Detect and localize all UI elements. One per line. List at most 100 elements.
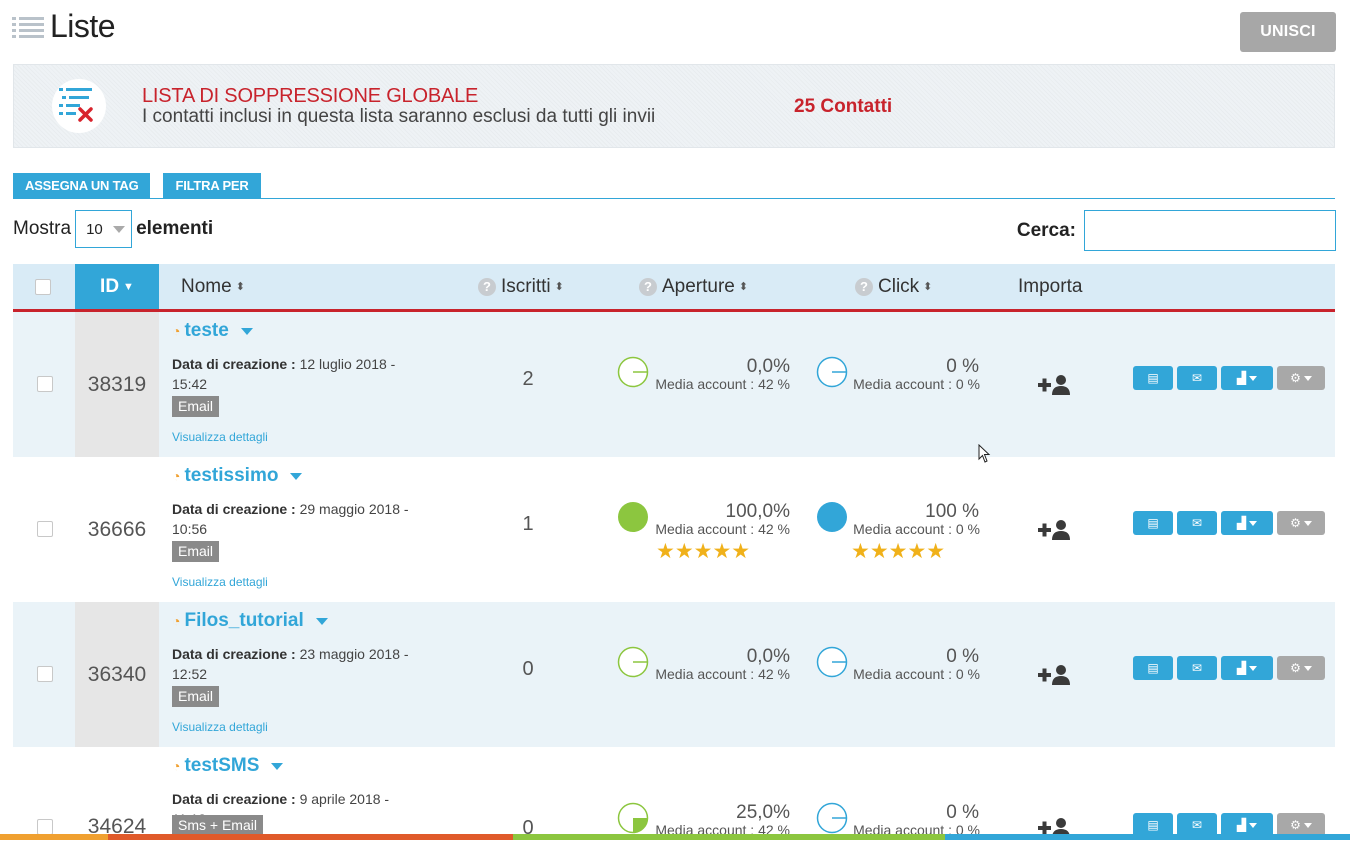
opens-rate: 25,0% xyxy=(736,802,790,823)
created-label: Data di creazione : xyxy=(172,646,296,662)
clicks-rate: 100 % xyxy=(925,501,979,522)
list-name-line: ◔ Filos_tutorial xyxy=(172,610,328,632)
column-id[interactable]: ID ▼ xyxy=(75,264,159,309)
chevron-down-icon[interactable] xyxy=(271,762,284,770)
search-control: Cerca: xyxy=(1017,210,1336,251)
chevron-down-icon xyxy=(1249,665,1258,671)
page-length-control: Mostra 10 elementi xyxy=(13,210,213,248)
opens-rate: 0,0% xyxy=(746,646,790,667)
chevron-down-icon[interactable] xyxy=(315,617,328,625)
column-clicks[interactable]: ? Click ⬍ xyxy=(855,264,932,309)
settings-dropdown-button[interactable]: ⚙ xyxy=(1277,366,1325,390)
view-details-link[interactable]: Visualizza dettagli xyxy=(172,430,268,444)
list-name-link[interactable]: testSMS xyxy=(184,755,259,777)
help-icon[interactable]: ? xyxy=(855,277,873,296)
column-subscribers-label: Iscritti xyxy=(501,275,551,297)
row-checkbox[interactable] xyxy=(37,666,53,682)
gear-icon: ⚙ xyxy=(1290,371,1301,385)
search-input[interactable] xyxy=(1084,210,1336,251)
chevron-down-icon xyxy=(113,225,126,233)
document-icon: ▤ xyxy=(1147,661,1159,675)
global-suppression-list[interactable]: LISTA DI SOPPRESSIONE GLOBALE I contatti… xyxy=(13,64,1335,148)
list-toolbar: ASSEGNA UN TAG FILTRA PER xyxy=(13,173,1335,199)
opens-rate: 0,0% xyxy=(746,356,790,377)
merge-button[interactable]: UNISCI xyxy=(1240,12,1336,52)
settings-dropdown-button[interactable]: ⚙ xyxy=(1277,656,1325,680)
document-icon: ▤ xyxy=(1147,818,1159,832)
list-name-link[interactable]: Filos_tutorial xyxy=(184,610,303,632)
add-user-icon[interactable] xyxy=(1038,374,1072,396)
rss-icon: ◔ xyxy=(172,613,181,629)
view-details-link[interactable]: Visualizza dettagli xyxy=(172,575,268,589)
chevron-down-icon xyxy=(1249,375,1258,381)
list-name-link[interactable]: testissimo xyxy=(184,465,278,487)
column-opens[interactable]: ? Aperture ⬍ xyxy=(639,264,748,309)
email-button[interactable]: ✉ xyxy=(1177,366,1217,390)
rss-icon: ◔ xyxy=(172,758,181,774)
sort-icon: ⬍ xyxy=(923,281,933,293)
row-checkbox[interactable] xyxy=(37,376,53,392)
document-button[interactable]: ▤ xyxy=(1133,511,1173,535)
filter-button[interactable]: FILTRA PER xyxy=(163,173,261,198)
clicks-account-average: Media account : 0 % xyxy=(853,376,980,392)
add-user-icon[interactable] xyxy=(1038,664,1072,686)
stats-dropdown-button[interactable]: ▟ xyxy=(1221,511,1273,535)
search-label: Cerca: xyxy=(1016,219,1076,241)
help-icon[interactable]: ? xyxy=(478,277,496,296)
help-icon[interactable]: ? xyxy=(639,277,657,296)
list-name-line: ◔ testSMS xyxy=(172,755,284,777)
settings-dropdown-button[interactable]: ⚙ xyxy=(1277,511,1325,535)
email-button[interactable]: ✉ xyxy=(1177,656,1217,680)
suppression-description: I contatti inclusi in questa lista saran… xyxy=(142,106,656,127)
clicks-account-average: Media account : 0 % xyxy=(853,666,980,682)
created-date: Data di creazione : 12 luglio 2018 - 15:… xyxy=(172,354,417,394)
created-label: Data di creazione : xyxy=(172,791,296,807)
length-suffix: elementi xyxy=(136,218,214,239)
document-icon: ▤ xyxy=(1147,371,1159,385)
document-button[interactable]: ▤ xyxy=(1133,366,1173,390)
chevron-down-icon xyxy=(1303,520,1312,526)
gear-icon: ⚙ xyxy=(1290,661,1301,675)
clicks-rate: 0 % xyxy=(946,802,979,823)
list-name-link[interactable]: teste xyxy=(184,320,228,342)
document-button[interactable]: ▤ xyxy=(1133,656,1173,680)
clicks-rating-stars: ★★★★★ xyxy=(851,540,946,563)
brand-color-bar xyxy=(0,834,1350,840)
page-length-select[interactable]: 10 xyxy=(75,210,133,248)
created-date: Data di creazione : 29 maggio 2018 - 10:… xyxy=(172,499,417,539)
rss-icon: ◔ xyxy=(172,468,181,484)
gear-icon: ⚙ xyxy=(1290,516,1301,530)
chevron-down-icon[interactable] xyxy=(240,327,253,335)
suppression-title[interactable]: LISTA DI SOPPRESSIONE GLOBALE xyxy=(142,85,478,108)
row-actions: ▤ ✉ ▟ ⚙ xyxy=(1133,366,1325,390)
row-checkbox[interactable] xyxy=(37,819,53,835)
column-import-label: Importa xyxy=(1018,275,1083,297)
envelope-icon: ✉ xyxy=(1191,818,1203,832)
chevron-down-icon xyxy=(1303,822,1312,828)
opens-account-average: Media account : 42 % xyxy=(655,521,790,537)
clicks-rate: 0 % xyxy=(946,646,979,667)
row-checkbox[interactable] xyxy=(37,521,53,537)
list-type-badge: Email xyxy=(172,686,220,707)
stats-dropdown-button[interactable]: ▟ xyxy=(1221,656,1273,680)
email-button[interactable]: ✉ xyxy=(1177,511,1217,535)
column-name[interactable]: Nome ⬍ xyxy=(181,264,245,309)
bar-chart-icon: ▟ xyxy=(1236,661,1247,675)
list-type-badge: Email xyxy=(172,396,220,417)
chevron-down-icon[interactable] xyxy=(290,472,303,480)
table-row: 34624 ◔ testSMS Data di creazione : 9 ap… xyxy=(13,747,1335,842)
list-icon xyxy=(12,16,44,38)
stats-dropdown-button[interactable]: ▟ xyxy=(1221,366,1273,390)
select-all-checkbox[interactable] xyxy=(35,278,51,295)
subscriber-count: 2 xyxy=(522,368,534,390)
page-header: Liste xyxy=(12,8,116,45)
add-user-icon[interactable] xyxy=(1038,519,1072,541)
view-details-link[interactable]: Visualizza dettagli xyxy=(172,720,268,734)
length-prefix: Mostra xyxy=(13,218,72,239)
opens-account-average: Media account : 42 % xyxy=(655,376,790,392)
assign-tag-button[interactable]: ASSEGNA UN TAG xyxy=(13,173,151,198)
envelope-icon: ✉ xyxy=(1191,516,1203,530)
column-clicks-label: Click xyxy=(878,275,920,297)
column-subscribers[interactable]: ? Iscritti ⬍ xyxy=(478,264,564,309)
bar-chart-icon: ▟ xyxy=(1236,818,1247,832)
